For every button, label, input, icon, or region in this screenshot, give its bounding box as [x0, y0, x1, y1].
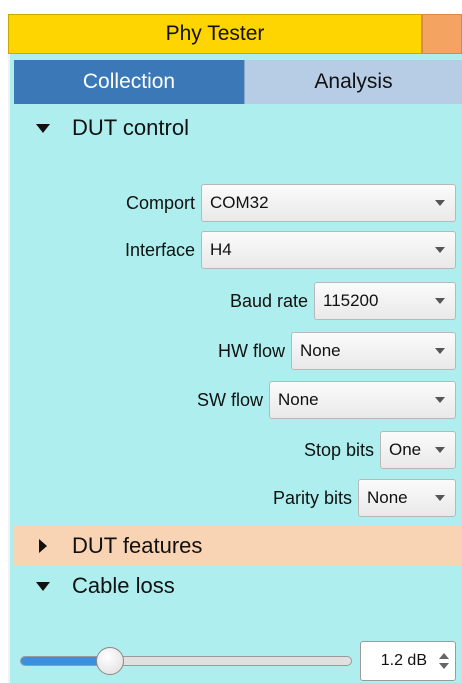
chevron-down-icon [435, 348, 445, 354]
section-dut-control-header[interactable]: DUT control [14, 108, 462, 148]
expanded-arrow-icon [14, 123, 72, 133]
title-bar-side-tab[interactable] [422, 14, 462, 54]
sw-flow-row: SW flow None [197, 380, 456, 420]
chevron-down-icon [435, 447, 445, 453]
app-title-bar: Phy Tester [8, 14, 422, 54]
interface-row: Interface H4 [125, 230, 456, 270]
cable-loss-value: 1.2 dB [380, 652, 427, 669]
chevron-down-icon [435, 298, 445, 304]
tab-analysis-label: Analysis [314, 70, 393, 93]
interface-select[interactable]: H4 [201, 231, 456, 269]
hw-flow-select[interactable]: None [291, 332, 456, 370]
parity-bits-row: Parity bits None [273, 478, 456, 518]
collapsed-arrow-icon [14, 539, 72, 553]
tab-collection[interactable]: Collection [14, 60, 244, 104]
hw-flow-row: HW flow None [218, 331, 456, 371]
interface-label: Interface [124, 239, 195, 260]
baud-rate-label: Baud rate [229, 290, 308, 311]
spin-down-icon[interactable] [439, 663, 449, 669]
section-dut-features-title: DUT features [72, 533, 203, 558]
parity-bits-select[interactable]: None [358, 479, 456, 517]
section-cable-loss-header[interactable]: Cable loss [14, 566, 462, 606]
tab-bar: Collection Analysis [14, 60, 462, 104]
stop-bits-row: Stop bits One [304, 430, 456, 470]
chevron-down-icon [435, 200, 445, 206]
app-title: Phy Tester [165, 22, 265, 45]
baud-rate-value: 115200 [323, 291, 379, 310]
section-dut-features-header[interactable]: DUT features [14, 526, 462, 566]
spin-up-icon[interactable] [439, 653, 449, 659]
expanded-arrow-icon [14, 581, 72, 591]
chevron-down-icon [435, 397, 445, 403]
interface-value: H4 [210, 240, 232, 259]
sw-flow-label: SW flow [196, 389, 263, 410]
baud-rate-select[interactable]: 115200 [314, 282, 456, 320]
cable-loss-spinbox[interactable]: 1.2 dB [360, 641, 456, 681]
parity-bits-value: None [367, 488, 408, 507]
baud-rate-row: Baud rate 115200 [230, 281, 456, 321]
section-dut-control-title: DUT control [72, 115, 189, 140]
comport-row: Comport COM32 [126, 183, 456, 223]
comport-label: Comport [125, 192, 195, 213]
hw-flow-value: None [300, 341, 341, 360]
chevron-down-icon [435, 495, 445, 501]
parity-bits-label: Parity bits [272, 487, 352, 508]
spin-arrows[interactable] [433, 653, 455, 669]
cable-loss-slider-handle[interactable] [95, 647, 124, 675]
chevron-down-icon [435, 247, 445, 253]
section-cable-loss-title: Cable loss [72, 573, 175, 598]
hw-flow-label: HW flow [218, 340, 285, 361]
stop-bits-select[interactable]: One [380, 431, 456, 469]
comport-value: COM32 [210, 193, 269, 212]
stop-bits-label: Stop bits [303, 439, 374, 460]
cable-loss-slider-track[interactable] [20, 656, 352, 666]
tab-collection-label: Collection [82, 70, 176, 93]
tab-analysis[interactable]: Analysis [244, 60, 462, 104]
sw-flow-value: None [278, 390, 319, 409]
stop-bits-value: One [389, 440, 422, 459]
comport-select[interactable]: COM32 [201, 184, 456, 222]
sw-flow-select[interactable]: None [269, 381, 456, 419]
